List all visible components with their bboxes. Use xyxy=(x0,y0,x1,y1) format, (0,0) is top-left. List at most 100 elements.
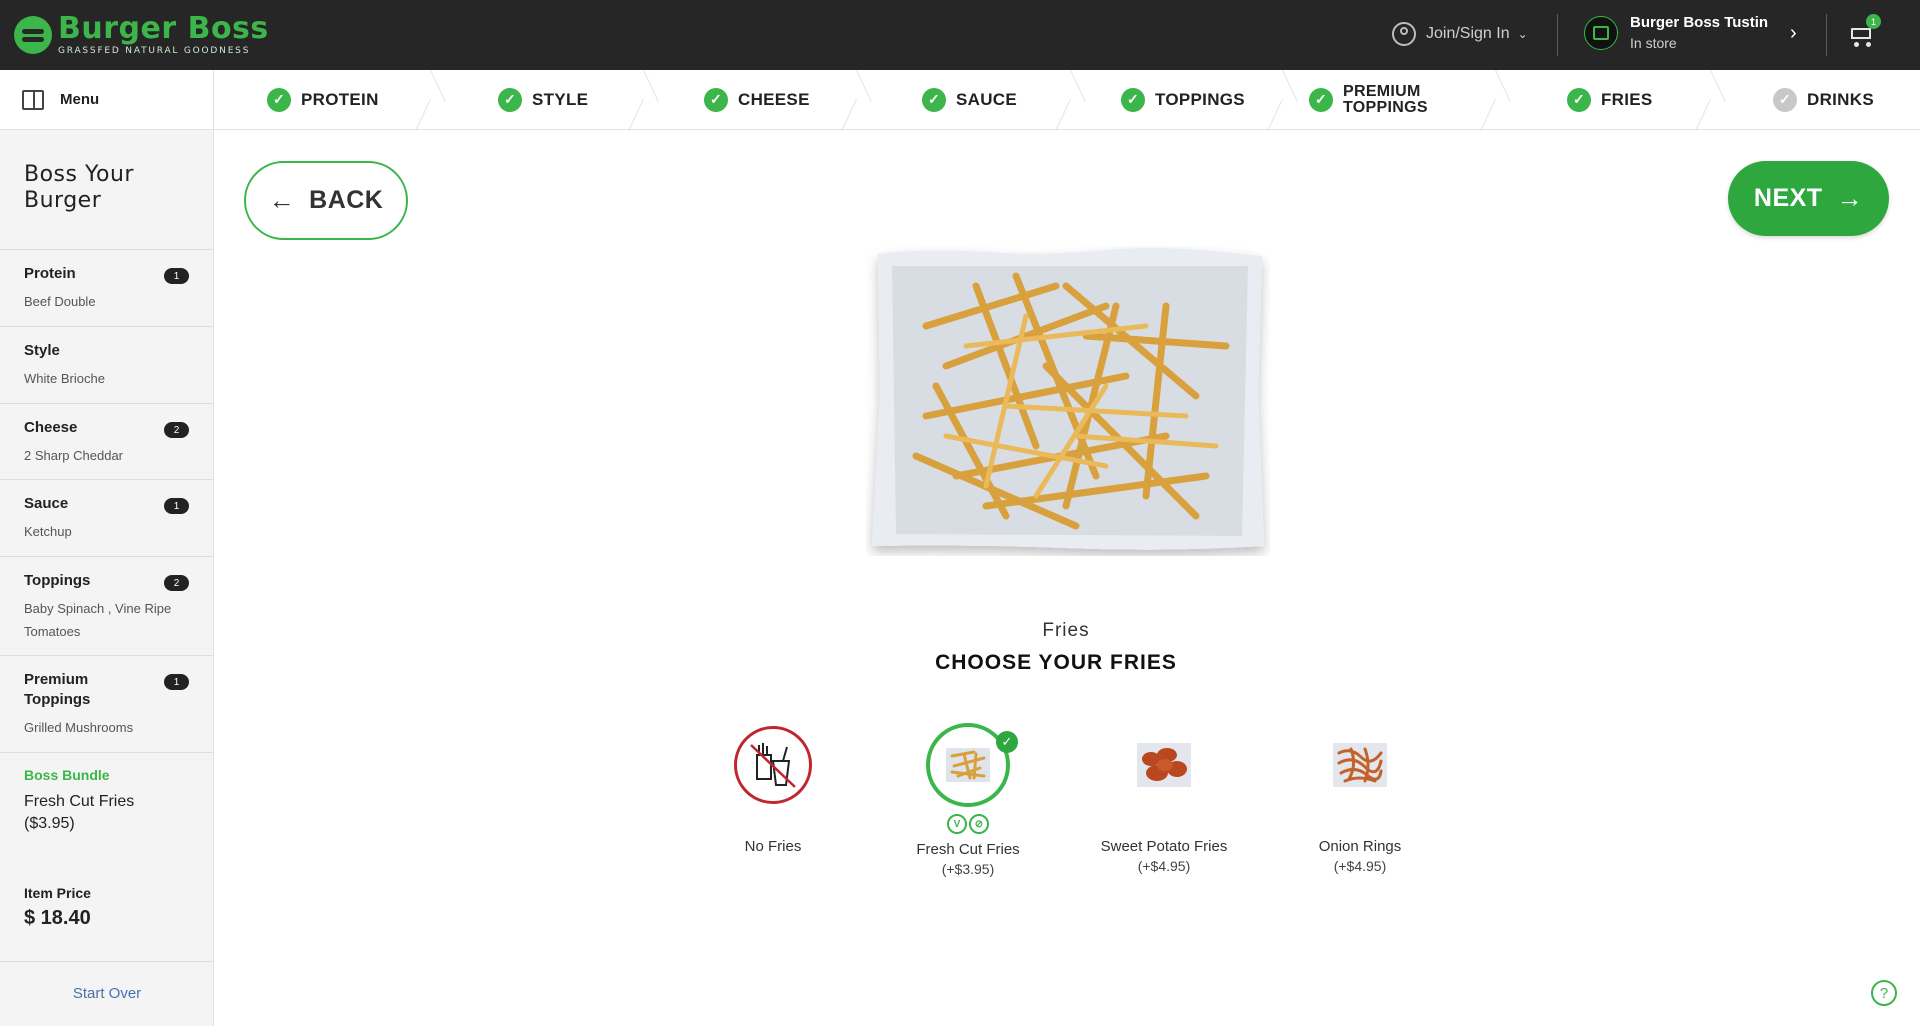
bundle-value: Fresh Cut Fries ($3.95) xyxy=(24,793,135,832)
header-divider xyxy=(1826,14,1827,56)
help-icon[interactable]: ? xyxy=(1871,980,1897,1006)
menu-label: Menu xyxy=(60,91,100,108)
next-label: NEXT xyxy=(1753,184,1823,212)
option-price: (+$4.95) xyxy=(1137,858,1191,874)
option-no-fries[interactable]: No Fries xyxy=(683,726,863,858)
step-label: CHEESE xyxy=(738,89,810,109)
category-title: CHOOSE YOUR FRIES xyxy=(935,651,1177,674)
step-sauce[interactable]: ✓ SAUCE xyxy=(922,70,1017,129)
menu-book-icon xyxy=(22,89,44,110)
option-name: Fresh Cut Fries xyxy=(916,841,1020,858)
option-name: Onion Rings xyxy=(1318,838,1402,855)
logo-subtitle: GRASSFED NATURAL GOODNESS xyxy=(58,46,251,56)
onion-rings-thumbnail xyxy=(1321,726,1399,804)
boss-bundle-summary: Boss Bundle Fresh Cut Fries ($3.95) xyxy=(0,753,213,849)
summary-item-cheese[interactable]: Cheese 2 Sharp Cheddar 2 xyxy=(0,404,213,480)
summary-item-value: 2 Sharp Cheddar xyxy=(24,448,124,463)
summary-item-name: Premium Toppings xyxy=(24,671,91,708)
check-icon: ✓ xyxy=(1121,87,1145,112)
cart-button[interactable]: 1 xyxy=(1848,14,1881,50)
summary-item-name: Style xyxy=(24,342,60,359)
back-label: BACK xyxy=(309,186,384,214)
step-label: SAUCE xyxy=(956,89,1018,109)
count-badge: 1 xyxy=(164,268,189,284)
top-header: Burger Boss GRASSFED NATURAL GOODNESS Jo… xyxy=(0,0,1920,70)
back-button[interactable]: ← BACK xyxy=(244,161,408,240)
summary-item-toppings[interactable]: Toppings Baby Spinach , Vine Ripe Tomato… xyxy=(0,557,213,656)
summary-item-style[interactable]: Style White Brioche xyxy=(0,327,213,404)
option-price: (+$4.95) xyxy=(1333,858,1387,874)
step-label: TOPPINGS xyxy=(1155,89,1245,109)
summary-item-premium-toppings[interactable]: Premium Toppings Grilled Mushrooms 1 xyxy=(0,656,213,753)
summary-item-protein[interactable]: Protein Beef Double 1 xyxy=(0,250,213,327)
item-price-value: $ 18.40 xyxy=(24,907,91,929)
step-protein[interactable]: ✓ PROTEIN xyxy=(267,70,379,129)
step-toppings[interactable]: ✓ TOPPINGS xyxy=(1121,70,1245,129)
step-label: FRIES xyxy=(1601,89,1653,109)
sweet-potato-fries-thumbnail xyxy=(1125,726,1203,804)
builder-steps-bar: Menu ✓ PROTEIN ✓ STYLE ✓ CHEESE ✓ SAUCE … xyxy=(0,70,1920,130)
logo-title: Burger Boss xyxy=(58,11,269,46)
option-name: Sweet Potato Fries xyxy=(1100,838,1228,855)
next-button[interactable]: NEXT → xyxy=(1728,161,1889,236)
count-badge: 2 xyxy=(164,422,189,438)
count-badge: 1 xyxy=(164,498,189,514)
gluten-free-icon: ⊘ xyxy=(969,814,989,834)
option-fresh-cut-fries[interactable]: ✓ V ⊘ Fresh Cut Fries (+$3.95) xyxy=(878,723,1058,877)
step-label: PROTEIN xyxy=(301,89,379,109)
check-icon: ✓ xyxy=(1567,87,1591,112)
burger-logo-icon xyxy=(14,16,52,54)
sidebar-divider xyxy=(0,961,214,962)
summary-item-value: Ketchup xyxy=(24,524,72,539)
count-badge: 1 xyxy=(164,674,189,690)
option-name: No Fries xyxy=(744,838,802,855)
chevron-down-icon: ⌄ xyxy=(1517,27,1528,41)
vegan-icon: V xyxy=(947,814,967,834)
summary-item-sauce[interactable]: Sauce Ketchup 1 xyxy=(0,480,213,557)
summary-item-value: White Brioche xyxy=(24,371,105,386)
join-sign-in-button[interactable]: Join/Sign In ⌄ xyxy=(1392,22,1528,46)
cart-count-badge: 1 xyxy=(1866,14,1881,29)
header-divider xyxy=(1557,14,1558,56)
count-badge: 2 xyxy=(164,575,189,591)
category-label: Fries xyxy=(1042,620,1090,641)
cart-icon xyxy=(1851,28,1871,39)
store-selector[interactable]: Burger Boss Tustin In store xyxy=(1584,14,1768,51)
menu-button[interactable]: Menu xyxy=(0,70,214,129)
check-icon: ✓ xyxy=(1773,87,1797,112)
check-icon: ✓ xyxy=(1309,87,1333,112)
summary-item-value: Baby Spinach , Vine Ripe Tomatoes xyxy=(24,601,172,639)
arrow-left-icon: ← xyxy=(268,185,296,215)
option-onion-rings[interactable]: Onion Rings (+$4.95) xyxy=(1270,726,1450,874)
step-premium-toppings[interactable]: ✓ PREMIUM TOPPINGS xyxy=(1309,70,1453,129)
store-icon xyxy=(1584,15,1618,50)
store-name: Burger Boss Tustin xyxy=(1630,14,1769,31)
join-label: Join/Sign In xyxy=(1426,25,1510,42)
check-icon: ✓ xyxy=(498,87,522,112)
store-mode: In store xyxy=(1630,35,1677,51)
summary-item-value: Grilled Mushrooms xyxy=(24,720,134,735)
step-label: STYLE xyxy=(532,89,589,109)
step-label: PREMIUM TOPPINGS xyxy=(1343,82,1428,116)
arrow-right-icon: → xyxy=(1836,183,1864,213)
step-drinks[interactable]: ✓ DRINKS xyxy=(1773,70,1874,129)
diet-icons: V ⊘ xyxy=(947,814,989,834)
check-icon: ✓ xyxy=(704,87,728,112)
step-style[interactable]: ✓ STYLE xyxy=(498,70,588,129)
check-icon: ✓ xyxy=(267,87,291,112)
item-price: Item Price $ 18.40 xyxy=(0,885,214,930)
start-over-link[interactable]: Start Over xyxy=(0,985,214,1002)
fries-hero-image xyxy=(866,246,1270,556)
user-icon xyxy=(1392,22,1416,46)
option-sweet-potato-fries[interactable]: Sweet Potato Fries (+$4.95) xyxy=(1074,726,1254,874)
item-price-label: Item Price xyxy=(24,885,91,901)
brand-logo[interactable]: Burger Boss GRASSFED NATURAL GOODNESS xyxy=(14,14,269,56)
check-icon: ✓ xyxy=(922,87,946,112)
step-cheese[interactable]: ✓ CHEESE xyxy=(704,70,810,129)
chevron-right-icon[interactable]: › xyxy=(1790,22,1797,45)
sidebar-title: Boss Your Burger xyxy=(0,130,213,250)
bundle-label: Boss Bundle xyxy=(24,767,110,783)
fresh-cut-fries-thumbnail: ✓ xyxy=(926,723,1018,807)
step-fries[interactable]: ✓ FRIES xyxy=(1567,70,1653,129)
selected-check-icon: ✓ xyxy=(996,731,1018,753)
